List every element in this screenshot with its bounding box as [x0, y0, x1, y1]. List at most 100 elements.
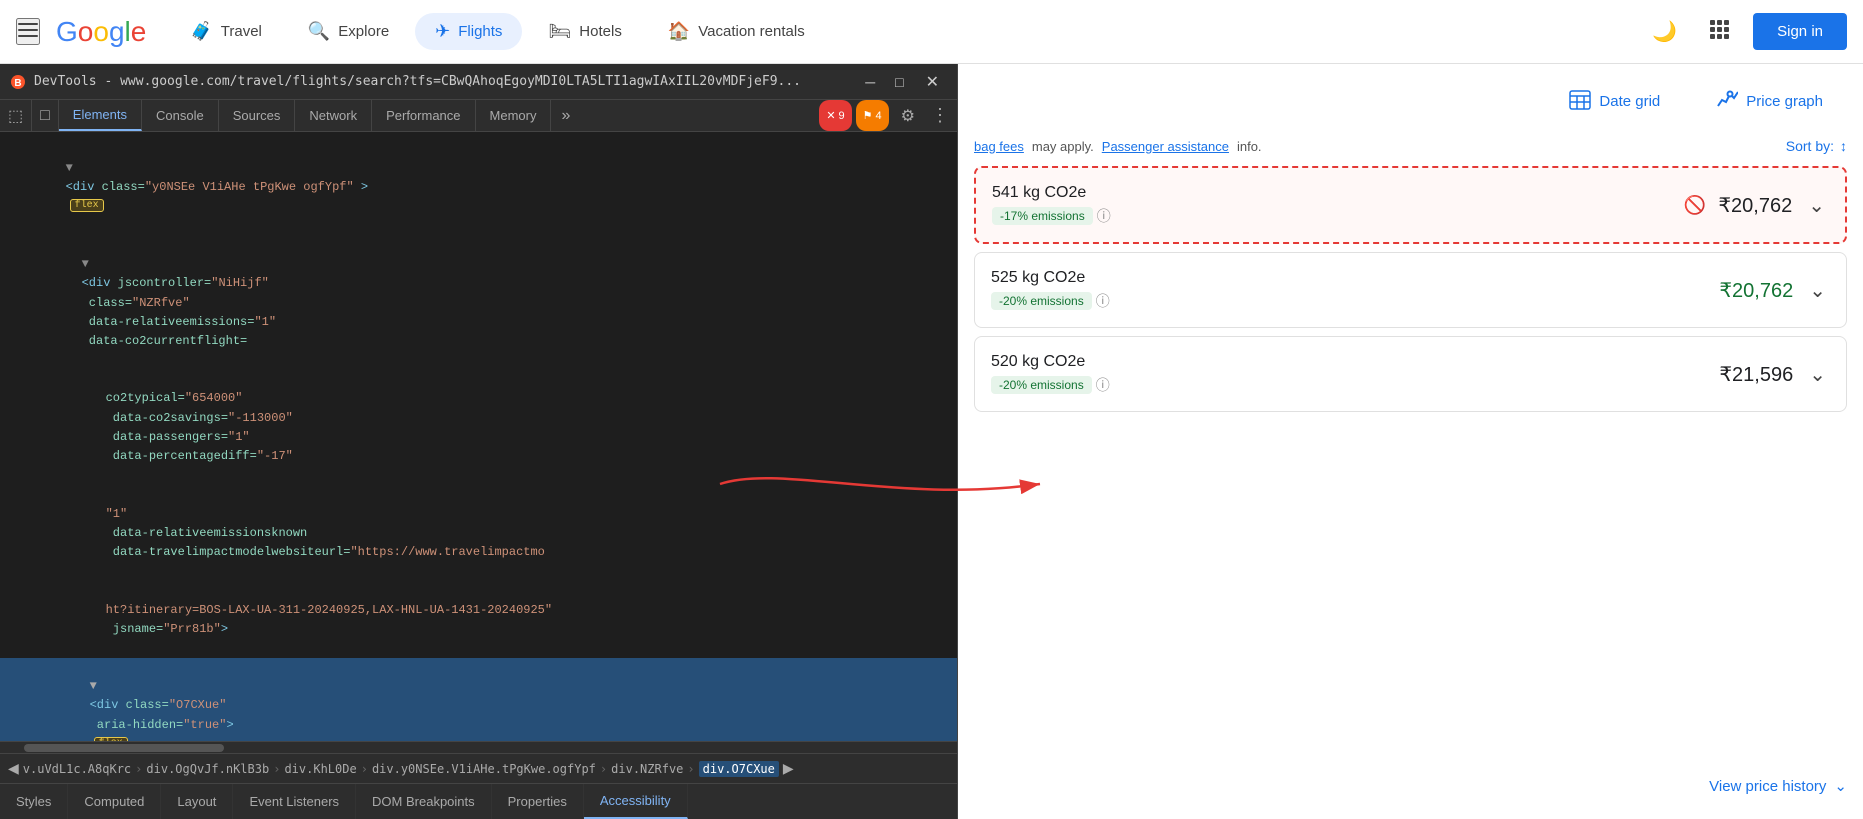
bottom-tab-properties[interactable]: Properties: [492, 784, 584, 819]
devtools-warning-badge: ⚑ 4: [856, 100, 889, 131]
code-line-3[interactable]: co2typical="654000" data-co2savings="-11…: [0, 370, 957, 485]
flight-expand-0[interactable]: ⌄: [1804, 189, 1829, 222]
view-tab-date-grid[interactable]: Date grid: [1553, 80, 1676, 122]
bottom-tab-accessibility[interactable]: Accessibility: [584, 784, 688, 819]
breadcrumb-item-3[interactable]: div.y0NSEe.V1iAHe.tPgKwe.ogfYpf: [372, 762, 596, 776]
flex-badge-2[interactable]: flex: [94, 737, 128, 741]
element-picker-icon[interactable]: ⬚: [0, 100, 32, 131]
devtools-settings-icon[interactable]: ⚙: [893, 100, 923, 131]
flight-card-0[interactable]: 541 kg CO2e -17% emissions ⓘ 🚫 ₹20,762 ⌄: [974, 166, 1847, 244]
flex-badge-1[interactable]: flex: [70, 199, 104, 212]
dark-mode-button[interactable]: 🌙: [1644, 11, 1685, 52]
devtools-tab-memory[interactable]: Memory: [476, 100, 552, 131]
nav-tab-hotels[interactable]: 🛏 Hotels: [528, 13, 641, 50]
sort-by-button[interactable]: Sort by: ↕: [1786, 138, 1847, 154]
bottom-tab-styles[interactable]: Styles: [0, 784, 68, 819]
devtools-tab-elements[interactable]: Elements: [59, 100, 142, 131]
bottom-tab-dom-breakpoints[interactable]: DOM Breakpoints: [356, 784, 492, 819]
flight-card-1[interactable]: 525 kg CO2e -20% emissions ⓘ ₹20,762 ⌄: [974, 252, 1847, 328]
devtools-horizontal-scrollbar[interactable]: [0, 741, 957, 753]
error-count: 9: [839, 110, 845, 122]
devtools-bottom-tabs: Styles Computed Layout Event Listeners D…: [0, 783, 957, 819]
devtools-tabs: ⬚ □ Elements Console Sources Network Per…: [0, 100, 957, 132]
nav-tab-travel[interactable]: 🧳 Travel: [170, 13, 282, 50]
nav-tab-flights-label: Flights: [458, 23, 502, 40]
breadcrumb-scroll-right[interactable]: ▶: [783, 760, 794, 777]
view-tab-date-grid-label: Date grid: [1599, 93, 1660, 110]
nav-tab-explore[interactable]: 🔍 Explore: [288, 13, 409, 50]
view-tab-price-graph-label: Price graph: [1746, 93, 1823, 110]
devtools-favicon: B: [10, 74, 26, 90]
devtools-tab-sources[interactable]: Sources: [219, 100, 296, 131]
explore-icon: 🔍: [308, 21, 330, 42]
bottom-tab-event-listeners[interactable]: Event Listeners: [233, 784, 356, 819]
info-icon-0[interactable]: ⓘ: [1097, 206, 1111, 226]
flight-price-0: ₹20,762: [1718, 193, 1792, 218]
code-line-5[interactable]: ht?itinerary=BOS-LAX-UA-311-20240925,LAX…: [0, 581, 957, 658]
devtools-tab-performance[interactable]: Performance: [372, 100, 475, 131]
vacation-icon: 🏠: [668, 21, 690, 42]
nav-tab-vacation[interactable]: 🏠 Vacation rentals: [648, 13, 825, 50]
breadcrumb-item-5[interactable]: div.O7CXue: [699, 761, 779, 777]
info-text: info.: [1237, 139, 1262, 154]
breadcrumb-item-1[interactable]: div.OgQvJf.nKlB3b: [146, 762, 269, 776]
flight-price-area-1: ₹20,762 ⌄: [1719, 274, 1830, 307]
sort-by-label: Sort by:: [1786, 138, 1834, 154]
apps-button[interactable]: [1701, 11, 1737, 53]
view-price-history-button[interactable]: View price history ⌄: [974, 769, 1847, 803]
flights-icon: ✈: [435, 21, 450, 42]
nav-tab-flights[interactable]: ✈ Flights: [415, 13, 522, 50]
device-toolbar-icon[interactable]: □: [32, 100, 59, 131]
may-apply-text: may apply.: [1032, 139, 1094, 154]
info-icon-1[interactable]: ⓘ: [1096, 291, 1110, 311]
bag-fees-link[interactable]: bag fees: [974, 139, 1024, 154]
emission-badge-2: -20% emissions ⓘ: [991, 375, 1110, 395]
passenger-assistance-link[interactable]: Passenger assistance: [1102, 139, 1229, 154]
sign-in-button[interactable]: Sign in: [1753, 13, 1847, 50]
bottom-tab-layout[interactable]: Layout: [161, 784, 233, 819]
sort-icon: ↕: [1840, 138, 1847, 154]
google-logo: Google: [56, 16, 146, 48]
flight-expand-2[interactable]: ⌄: [1805, 358, 1830, 391]
breadcrumb-item-4[interactable]: div.NZRfve: [611, 762, 683, 776]
nav-right: 🌙 Sign in: [1644, 11, 1847, 53]
devtools-tab-network[interactable]: Network: [295, 100, 372, 131]
emission-value-1: 525 kg CO2e: [991, 269, 1719, 287]
emission-tag-1: -20% emissions: [991, 292, 1092, 310]
code-line-2[interactable]: ▼ <div jscontroller="NiHijf" class="NZRf…: [0, 236, 957, 370]
breadcrumb-item-2[interactable]: div.KhL0De: [284, 762, 356, 776]
luggage-ban-icon-0: 🚫: [1684, 195, 1706, 216]
view-tabs: Date grid Price graph: [974, 80, 1847, 122]
devtools-code-area[interactable]: ▼ <div class="y0NSEe V1iAHe tPgKwe ogfYp…: [0, 132, 957, 741]
devtools-tab-console[interactable]: Console: [142, 100, 219, 131]
menu-icon[interactable]: [16, 18, 40, 45]
code-line-4[interactable]: "1" data-relativeemissionsknown data-tra…: [0, 485, 957, 581]
code-line-1[interactable]: ▼ <div class="y0NSEe V1iAHe tPgKwe ogfYp…: [0, 140, 957, 236]
devtools-options-icon[interactable]: ⋮: [923, 100, 957, 131]
date-grid-icon: [1569, 88, 1591, 114]
code-line-highlighted[interactable]: ▼ <div class="O7CXue" aria-hidden="true"…: [0, 658, 957, 741]
devtools-restore-button[interactable]: □: [889, 70, 909, 94]
devtools-minimize-button[interactable]: ─: [859, 70, 881, 94]
devtools-close-button[interactable]: ✕: [918, 70, 947, 94]
breadcrumb-scroll-left[interactable]: ◀: [8, 760, 19, 777]
info-icon-2[interactable]: ⓘ: [1096, 375, 1110, 395]
emission-tag-0: -17% emissions: [992, 207, 1093, 225]
devtools-panel: B DevTools - www.google.com/travel/fligh…: [0, 64, 958, 819]
main-content: B DevTools - www.google.com/travel/fligh…: [0, 64, 1863, 819]
devtools-titlebar: B DevTools - www.google.com/travel/fligh…: [0, 64, 957, 100]
emission-badge-0: -17% emissions ⓘ: [992, 206, 1111, 226]
flight-results: 541 kg CO2e -17% emissions ⓘ 🚫 ₹20,762 ⌄…: [974, 166, 1847, 753]
nav-tab-vacation-label: Vacation rentals: [698, 23, 804, 40]
flight-emissions-2: 520 kg CO2e -20% emissions ⓘ: [991, 353, 1719, 395]
bottom-tab-computed[interactable]: Computed: [68, 784, 161, 819]
flight-card-2[interactable]: 520 kg CO2e -20% emissions ⓘ ₹21,596 ⌄: [974, 336, 1847, 412]
breadcrumb-item-0[interactable]: v.uVdL1c.A8qKrc: [23, 762, 131, 776]
flight-expand-1[interactable]: ⌄: [1805, 274, 1830, 307]
devtools-controls: ─ □ ✕: [859, 70, 947, 94]
view-price-history-label: View price history: [1709, 778, 1826, 795]
flight-price-area-0: 🚫 ₹20,762 ⌄: [1684, 189, 1829, 222]
emission-value-2: 520 kg CO2e: [991, 353, 1719, 371]
view-tab-price-graph[interactable]: Price graph: [1700, 80, 1839, 122]
chevron-down-icon: ⌄: [1834, 777, 1847, 795]
